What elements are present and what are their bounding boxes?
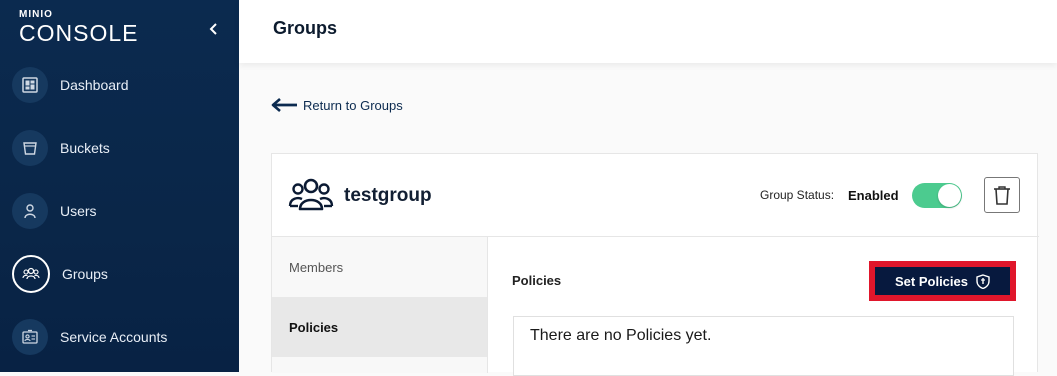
tab-members[interactable]: Members	[272, 237, 487, 297]
sidebar-item-service-accounts[interactable]: Service Accounts	[12, 317, 232, 357]
sidebar-item-label: Buckets	[60, 140, 110, 156]
service-accounts-icon	[12, 319, 48, 355]
group-name: testgroup	[344, 185, 432, 206]
user-icon	[12, 193, 48, 229]
policies-list: There are no Policies yet.	[513, 316, 1014, 376]
delete-group-button[interactable]	[984, 177, 1020, 213]
sidebar-item-label: Service Accounts	[60, 329, 168, 345]
set-policies-button[interactable]: Set Policies	[869, 261, 1016, 301]
sidebar-item-label: Groups	[62, 266, 108, 282]
trash-icon	[994, 186, 1010, 205]
sidebar-item-groups[interactable]: Groups	[12, 254, 232, 294]
group-status-toggle[interactable]	[912, 183, 962, 208]
sidebar: MINIO CONSOLE Dashboard Buckets Users Gr…	[0, 0, 239, 372]
tab-policies[interactable]: Policies	[272, 297, 487, 357]
arrow-left-icon	[271, 98, 297, 112]
sidebar-item-label: Dashboard	[60, 77, 129, 93]
sidebar-item-users[interactable]: Users	[12, 191, 232, 231]
collapse-sidebar-icon[interactable]	[205, 20, 223, 38]
panel-title: Policies	[512, 273, 562, 288]
page-header: Groups	[239, 0, 1057, 63]
brand-main: CONSOLE	[19, 20, 139, 46]
empty-message: There are no Policies yet.	[530, 327, 712, 344]
sidebar-item-label: Users	[60, 203, 97, 219]
bucket-icon	[12, 130, 48, 166]
return-to-groups-label: Return to Groups	[303, 97, 403, 113]
group-header: testgroup Group Status: Enabled	[272, 154, 1039, 237]
group-tabs: Members Policies	[272, 237, 488, 373]
group-icon	[288, 175, 334, 220]
set-policies-label: Set Policies	[895, 273, 968, 289]
groups-icon	[12, 255, 50, 293]
sidebar-item-dashboard[interactable]: Dashboard	[12, 65, 232, 105]
group-status-label: Group Status:	[760, 188, 835, 202]
group-details-card: testgroup Group Status: Enabled Members …	[271, 153, 1039, 376]
policies-panel: Policies Set Policies There are no Polic…	[488, 237, 1039, 376]
shield-icon	[976, 273, 990, 289]
brand-logo[interactable]: MINIO CONSOLE	[19, 9, 139, 46]
set-policies-inner: Set Policies	[875, 267, 1010, 295]
toggle-knob	[938, 184, 961, 207]
return-to-groups-link[interactable]: Return to Groups	[271, 97, 403, 113]
page-title: Groups	[273, 18, 338, 38]
sidebar-item-buckets[interactable]: Buckets	[12, 128, 232, 168]
dashboard-icon	[12, 67, 48, 103]
brand-small: MINIO	[19, 9, 53, 20]
group-status-value: Enabled	[848, 188, 899, 203]
